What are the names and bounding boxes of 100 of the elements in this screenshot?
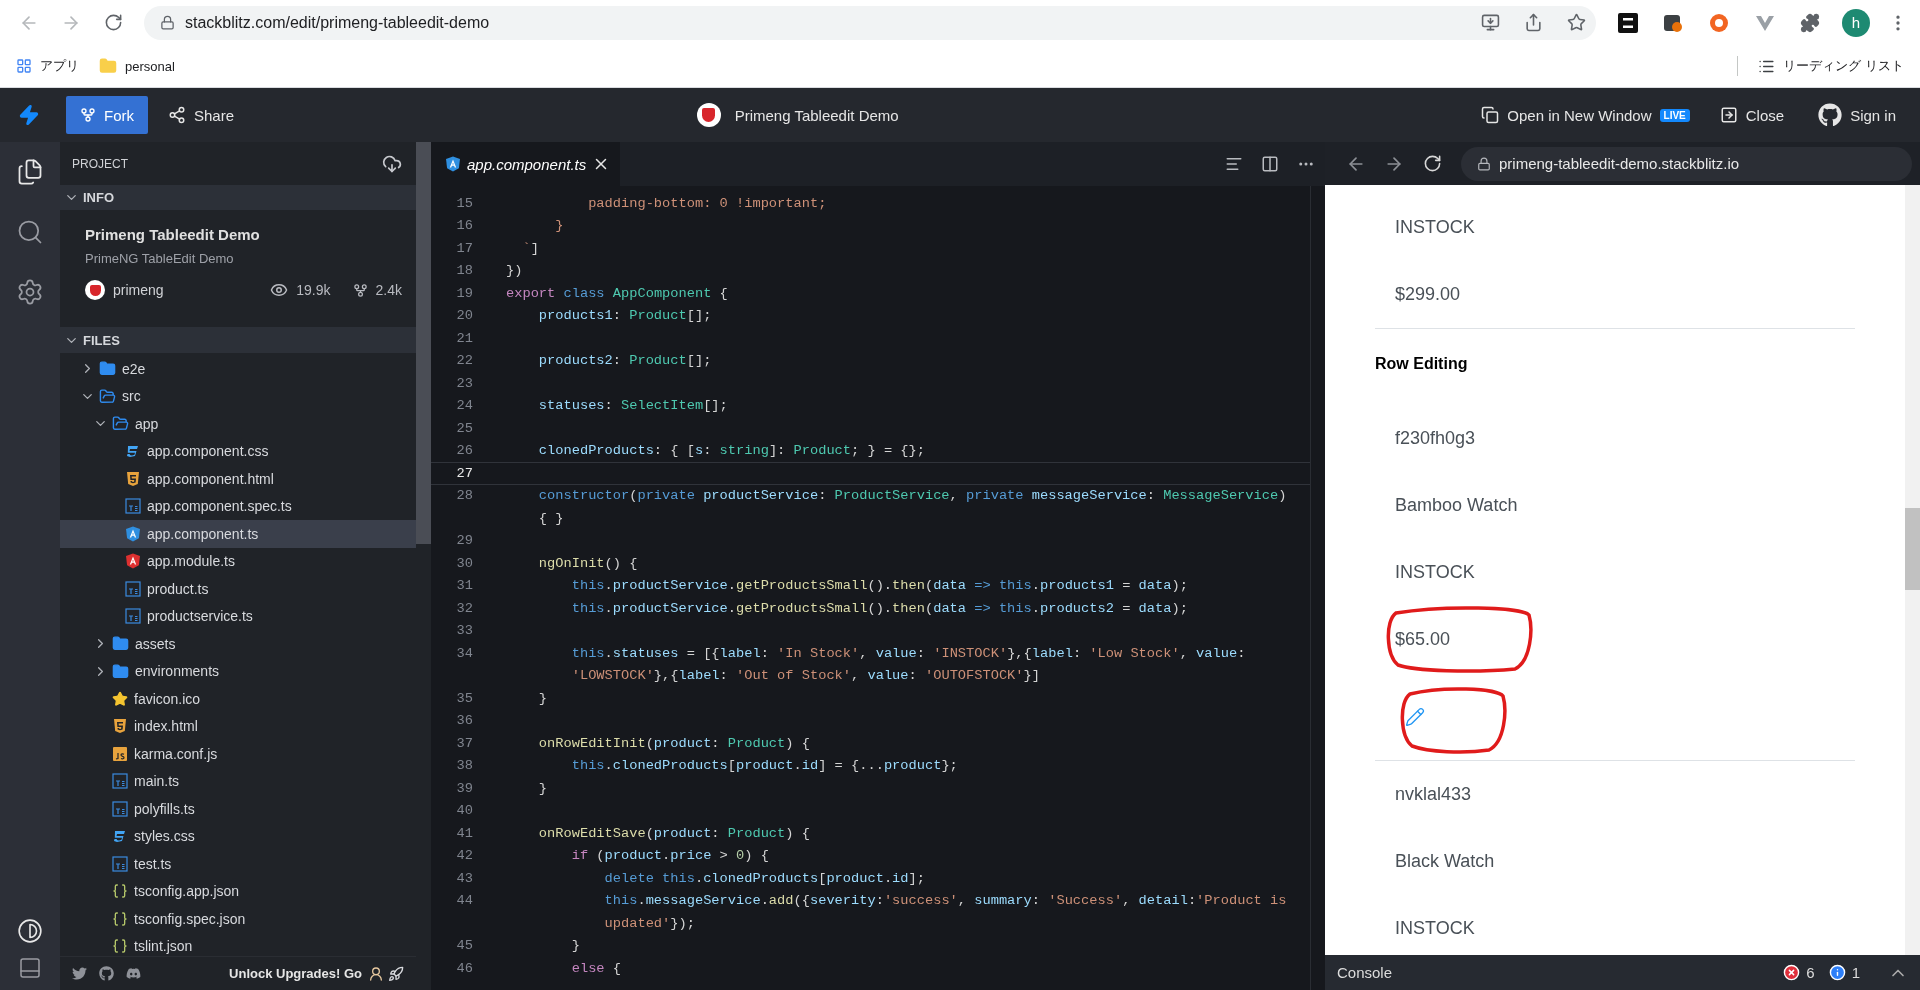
info-section-header[interactable]: INFO <box>60 185 416 210</box>
table-cell: f230fh0g3 <box>1395 428 1476 449</box>
file-row[interactable]: tslint.json <box>60 932 416 956</box>
discord-icon[interactable] <box>126 966 141 981</box>
search-icon[interactable] <box>16 218 44 246</box>
scrollbar-thumb[interactable] <box>416 142 431 544</box>
file-row[interactable]: main.ts <box>60 767 416 795</box>
table-cell: INSTOCK <box>1395 918 1475 939</box>
file-row[interactable]: test.ts <box>60 850 416 878</box>
editor-tab[interactable]: app.component.ts <box>431 142 621 186</box>
file-row[interactable]: productservice.ts <box>60 602 416 630</box>
folder-row[interactable]: src <box>60 382 416 410</box>
files-icon[interactable] <box>16 158 44 186</box>
code-line: if (product.price > 0) { <box>570 848 769 864</box>
share-icon[interactable] <box>1524 13 1543 32</box>
upgrade-link[interactable]: Unlock Upgrades! Go <box>229 966 362 981</box>
html-file-icon <box>112 718 128 735</box>
code-line: export class AppComponent { <box>506 285 728 301</box>
panel-icon[interactable] <box>18 956 42 980</box>
settings-icon[interactable] <box>16 278 44 306</box>
folder-row[interactable]: environments <box>60 657 416 685</box>
split-icon[interactable] <box>1261 155 1279 173</box>
braces-icon <box>112 883 128 900</box>
address-bar[interactable]: stackblitz.com/edit/primeng-tableedit-demo <box>144 5 1596 40</box>
project-name: Primeng Tableedit Demo <box>85 226 261 243</box>
fork-button[interactable]: Fork <box>66 96 148 134</box>
typescript-file-icon <box>125 608 141 625</box>
file-row[interactable]: app.module.ts <box>60 547 416 575</box>
fork-icon <box>352 282 368 298</box>
bookmark-link[interactable]: アプリ <box>16 57 79 75</box>
bookmark-link[interactable]: personal <box>99 57 175 75</box>
reload-icon <box>103 13 123 32</box>
lock-icon <box>1477 156 1491 171</box>
bookmark-star-icon[interactable] <box>1567 13 1586 32</box>
format-icon[interactable] <box>1225 155 1243 173</box>
eye-icon <box>270 281 289 299</box>
view-count: 19.9k <box>296 282 331 298</box>
typescript-file-icon <box>112 855 128 872</box>
line-number: 18 <box>455 263 473 279</box>
line-number: 42 <box>455 848 473 864</box>
reading-list-link[interactable]: リーディング リスト <box>1758 57 1904 75</box>
folder-icon <box>99 387 116 405</box>
preview-url-bar[interactable]: primeng-tableedit-demo.stackblitz.io <box>1461 146 1912 181</box>
file-row[interactable]: tsconfig.spec.json <box>60 905 416 933</box>
line-number: 40 <box>455 803 473 819</box>
open-new-window-button[interactable]: Open in New Window LIVE <box>1469 96 1702 134</box>
folder-row[interactable]: app <box>60 410 416 438</box>
project-avatar <box>696 103 721 127</box>
html-file-icon <box>125 470 141 487</box>
cloud-download-icon[interactable] <box>382 153 402 174</box>
file-row[interactable]: favicon.ico <box>60 685 416 713</box>
folder-row[interactable]: e2e <box>60 355 416 383</box>
extension-icon[interactable] <box>1618 12 1638 33</box>
file-row[interactable]: app.component.css <box>60 437 416 465</box>
file-row[interactable]: app.component.html <box>60 465 416 493</box>
lightning-logo-icon[interactable] <box>18 104 40 126</box>
scrollbar-thumb[interactable] <box>1905 508 1920 590</box>
twitter-icon[interactable] <box>72 966 87 981</box>
line-number: 29 <box>455 533 473 549</box>
code-line: constructor(private productService: ProductService, private messageService: MessageService) <box>537 488 1287 504</box>
error-icon <box>1783 964 1801 981</box>
angular-icon <box>125 525 141 542</box>
line-number: 30 <box>455 555 473 571</box>
contrast-icon[interactable] <box>17 918 43 944</box>
code-line: onRowEditSave(product: Product) { <box>537 825 810 841</box>
file-row[interactable]: app.component.spec.ts <box>60 492 416 520</box>
owner-name[interactable]: primeng <box>113 282 164 298</box>
file-row[interactable]: app.component.ts <box>60 520 416 548</box>
file-row[interactable]: product.ts <box>60 575 416 603</box>
profile-avatar[interactable]: h <box>1842 8 1870 37</box>
file-row[interactable]: tsconfig.app.json <box>60 877 416 905</box>
close-button[interactable]: Close <box>1707 96 1797 134</box>
code-line: 'LOWSTOCK'},{label: 'Out of Stock', value: 'OUTOFSTOCK'}] <box>570 668 1040 684</box>
line-number: 34 <box>455 645 473 661</box>
file-row[interactable]: index.html <box>60 712 416 740</box>
line-number: 24 <box>455 398 473 414</box>
install-icon[interactable] <box>1481 13 1500 32</box>
file-row[interactable]: styles.css <box>60 822 416 850</box>
line-number: 25 <box>455 420 473 436</box>
files-section-header[interactable]: FILES <box>60 327 416 353</box>
extensions-icon[interactable] <box>1800 12 1820 33</box>
typescript-file-icon <box>125 498 141 515</box>
file-row[interactable]: polyfills.ts <box>60 795 416 823</box>
code-line: ngOnInit() { <box>537 555 638 571</box>
folder-row[interactable]: assets <box>60 630 416 658</box>
code-line: products2: Product[]; <box>537 353 712 369</box>
angular-icon <box>125 553 141 570</box>
line-number: 16 <box>455 218 473 234</box>
folder-icon <box>112 662 129 680</box>
file-row[interactable]: karma.conf.js <box>60 740 416 768</box>
code-line: onRowEditInit(product: Product) { <box>537 735 810 751</box>
share-button[interactable]: Share <box>156 96 247 134</box>
github-icon <box>1818 103 1843 127</box>
github-icon[interactable] <box>99 966 114 981</box>
sign-in-button[interactable]: Sign in <box>1806 96 1908 134</box>
console-label[interactable]: Console <box>1337 964 1393 981</box>
line-number: 46 <box>455 960 473 976</box>
project-description: PrimeNG TableEdit Demo <box>85 251 235 266</box>
star-icon <box>112 690 128 707</box>
javascript-file-icon <box>112 745 128 762</box>
